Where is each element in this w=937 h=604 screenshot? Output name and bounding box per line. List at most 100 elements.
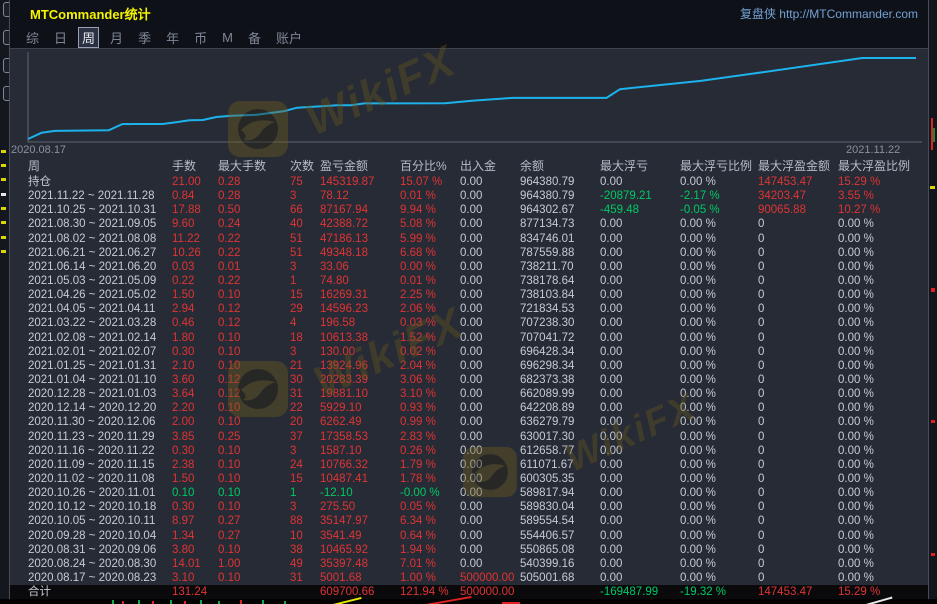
column-header[interactable]: 百分比% [400, 158, 460, 175]
table-row[interactable]: 2021.04.05 ~ 2021.04.112.940.122914596.2… [10, 302, 929, 316]
table-row[interactable]: 2021.01.04 ~ 2021.01.103.600.123020283.3… [10, 373, 929, 387]
menu-item-月[interactable]: 月 [106, 27, 127, 48]
table-cell: 2020.11.02 ~ 2020.11.08 [28, 472, 172, 486]
brand-link[interactable]: 复盘侠 http://MTCommander.com [740, 5, 918, 22]
table-cell: 0.99 % [400, 415, 460, 429]
table-cell: 0.00 [600, 288, 680, 302]
menu-item-日[interactable]: 日 [50, 27, 71, 48]
table-cell: 1587.10 [320, 444, 400, 458]
table-cell: 0.00 % [680, 514, 758, 528]
menu-item-年[interactable]: 年 [162, 27, 183, 48]
table-cell: 0.00 [600, 500, 680, 514]
menu-item-备[interactable]: 备 [244, 27, 265, 48]
table-cell: 3.80 [172, 543, 218, 557]
menu-item-周[interactable]: 周 [78, 27, 99, 48]
table-cell: 738178.64 [520, 274, 600, 288]
table-cell: 0.00 % [838, 246, 926, 260]
table-row[interactable]: 2021.04.26 ~ 2021.05.021.500.101516269.3… [10, 288, 929, 302]
table-cell: 0.00 [460, 500, 520, 514]
table-cell: 0.10 [218, 486, 290, 500]
table-row[interactable]: 2020.11.09 ~ 2020.11.152.380.102410766.3… [10, 458, 929, 472]
column-header[interactable]: 次数 [290, 158, 320, 175]
table-cell: 3 [290, 345, 320, 359]
table-row[interactable]: 2020.10.05 ~ 2020.10.118.970.278835147.9… [10, 514, 929, 528]
column-header[interactable]: 最大浮亏 [600, 158, 680, 175]
table-cell: 0 [758, 486, 838, 500]
table-cell: 0 [758, 260, 838, 274]
table-cell: 0.05 % [400, 500, 460, 514]
table-cell: 0.00 % [680, 387, 758, 401]
column-header[interactable]: 最大浮亏比例 [680, 158, 758, 175]
table-row[interactable]: 2021.06.21 ~ 2021.06.2710.260.225149348.… [10, 246, 929, 260]
table-cell: 0.00 [460, 359, 520, 373]
table-cell: 18 [290, 331, 320, 345]
table-cell: 0.00 % [838, 415, 926, 429]
column-header[interactable]: 余额 [520, 158, 600, 175]
table-cell: 1.00 % [400, 571, 460, 585]
table-cell: 0.00 [460, 415, 520, 429]
column-header[interactable]: 最大浮盈金额 [758, 158, 838, 175]
column-header[interactable]: 盈亏金额 [320, 158, 400, 175]
table-cell: 0.25 [218, 430, 290, 444]
table-cell: 0.00 % [838, 387, 926, 401]
column-header[interactable]: 最大手数 [218, 158, 290, 175]
column-header[interactable]: 出入金 [460, 158, 520, 175]
table-row[interactable]: 2020.08.24 ~ 2020.08.3014.011.004935397.… [10, 557, 929, 571]
table-cell: 611071.67 [520, 458, 600, 472]
table-row[interactable]: 2020.11.02 ~ 2020.11.081.500.101510487.4… [10, 472, 929, 486]
table-cell: 1.34 [172, 529, 218, 543]
menu-item-综[interactable]: 综 [22, 27, 43, 48]
table-cell: 964380.79 [520, 189, 600, 203]
table-row[interactable]: 2020.10.26 ~ 2020.11.010.100.101-12.10-0… [10, 486, 929, 500]
background-tick [1, 207, 6, 210]
table-row[interactable]: 2020.12.28 ~ 2021.01.033.640.123119881.1… [10, 387, 929, 401]
table-row[interactable]: 2021.08.02 ~ 2021.08.0811.220.225147186.… [10, 232, 929, 246]
table-row[interactable]: 2021.02.01 ~ 2021.02.070.300.103130.000.… [10, 345, 929, 359]
table-cell: 0.46 [172, 316, 218, 330]
table-cell: 0.10 [218, 401, 290, 415]
table-cell: 2021.08.02 ~ 2021.08.08 [28, 232, 172, 246]
table-cell: 0.00 % [838, 274, 926, 288]
table-cell: 75 [290, 175, 320, 189]
table-row[interactable]: 2021.06.14 ~ 2021.06.200.030.01333.060.0… [10, 260, 929, 274]
table-row[interactable]: 2020.11.16 ~ 2020.11.220.300.1031587.100… [10, 444, 929, 458]
table-header-row: 周手数最大手数次数盈亏金额百分比%出入金余额最大浮亏最大浮亏比例最大浮盈金额最大… [10, 158, 929, 175]
table-cell: 2020.11.23 ~ 2020.11.29 [28, 430, 172, 444]
menu-item-M[interactable]: M [218, 29, 237, 46]
table-cell: 0.00 % [838, 401, 926, 415]
column-header[interactable]: 手数 [172, 158, 218, 175]
menu-item-账户[interactable]: 账户 [272, 27, 306, 48]
table-row[interactable]: 2020.12.14 ~ 2020.12.202.200.10225929.10… [10, 401, 929, 415]
menu-item-币[interactable]: 币 [190, 27, 211, 48]
table-cell: 0.00 % [680, 430, 758, 444]
table-cell: 0.24 [218, 217, 290, 231]
column-header[interactable]: 最大浮盈比例 [838, 158, 926, 175]
column-header[interactable]: 周 [28, 158, 172, 175]
table-cell: 0 [758, 472, 838, 486]
table-row[interactable]: 2021.08.30 ~ 2021.09.059.600.244042388.7… [10, 217, 929, 231]
table-row[interactable]: 2020.11.23 ~ 2020.11.293.850.253717358.5… [10, 430, 929, 444]
table-row[interactable]: 2020.10.12 ~ 2020.10.180.300.103275.500.… [10, 500, 929, 514]
table-cell: 0.00 [460, 274, 520, 288]
table-cell: 2021.03.22 ~ 2021.03.28 [28, 316, 172, 330]
table-cell: 0.00 % [680, 486, 758, 500]
menu-item-季[interactable]: 季 [134, 27, 155, 48]
table-row[interactable]: 2020.08.17 ~ 2020.08.233.100.10315001.68… [10, 571, 929, 585]
table-row[interactable]: 2021.01.25 ~ 2021.01.312.100.102113924.9… [10, 359, 929, 373]
table-row[interactable]: 2021.02.08 ~ 2021.02.141.800.101810613.3… [10, 331, 929, 345]
table-row[interactable]: 2021.03.22 ~ 2021.03.280.460.124196.580.… [10, 316, 929, 330]
table-row[interactable]: 2021.05.03 ~ 2021.05.090.220.22174.800.0… [10, 274, 929, 288]
table-cell: 0.00 [600, 543, 680, 557]
table-cell: 0.22 [172, 274, 218, 288]
table-row[interactable]: 2021.10.25 ~ 2021.10.3117.880.506687167.… [10, 203, 929, 217]
table-row[interactable]: 2021.11.22 ~ 2021.11.280.840.28378.120.0… [10, 189, 929, 203]
table-cell: 0 [758, 232, 838, 246]
table-row[interactable]: 2020.11.30 ~ 2020.12.062.000.10206262.49… [10, 415, 929, 429]
table-cell: 0 [758, 514, 838, 528]
table-cell: 2020.10.12 ~ 2020.10.18 [28, 500, 172, 514]
table-row[interactable]: 2020.09.28 ~ 2020.10.041.340.27103541.49… [10, 529, 929, 543]
table-row[interactable]: 2020.08.31 ~ 2020.09.063.800.103810465.9… [10, 543, 929, 557]
table-cell: 0.00 [600, 514, 680, 528]
table-cell: 0.00 % [838, 430, 926, 444]
table-row[interactable]: 持仓21.000.2875145319.8715.07 %0.00964380.… [10, 175, 929, 189]
